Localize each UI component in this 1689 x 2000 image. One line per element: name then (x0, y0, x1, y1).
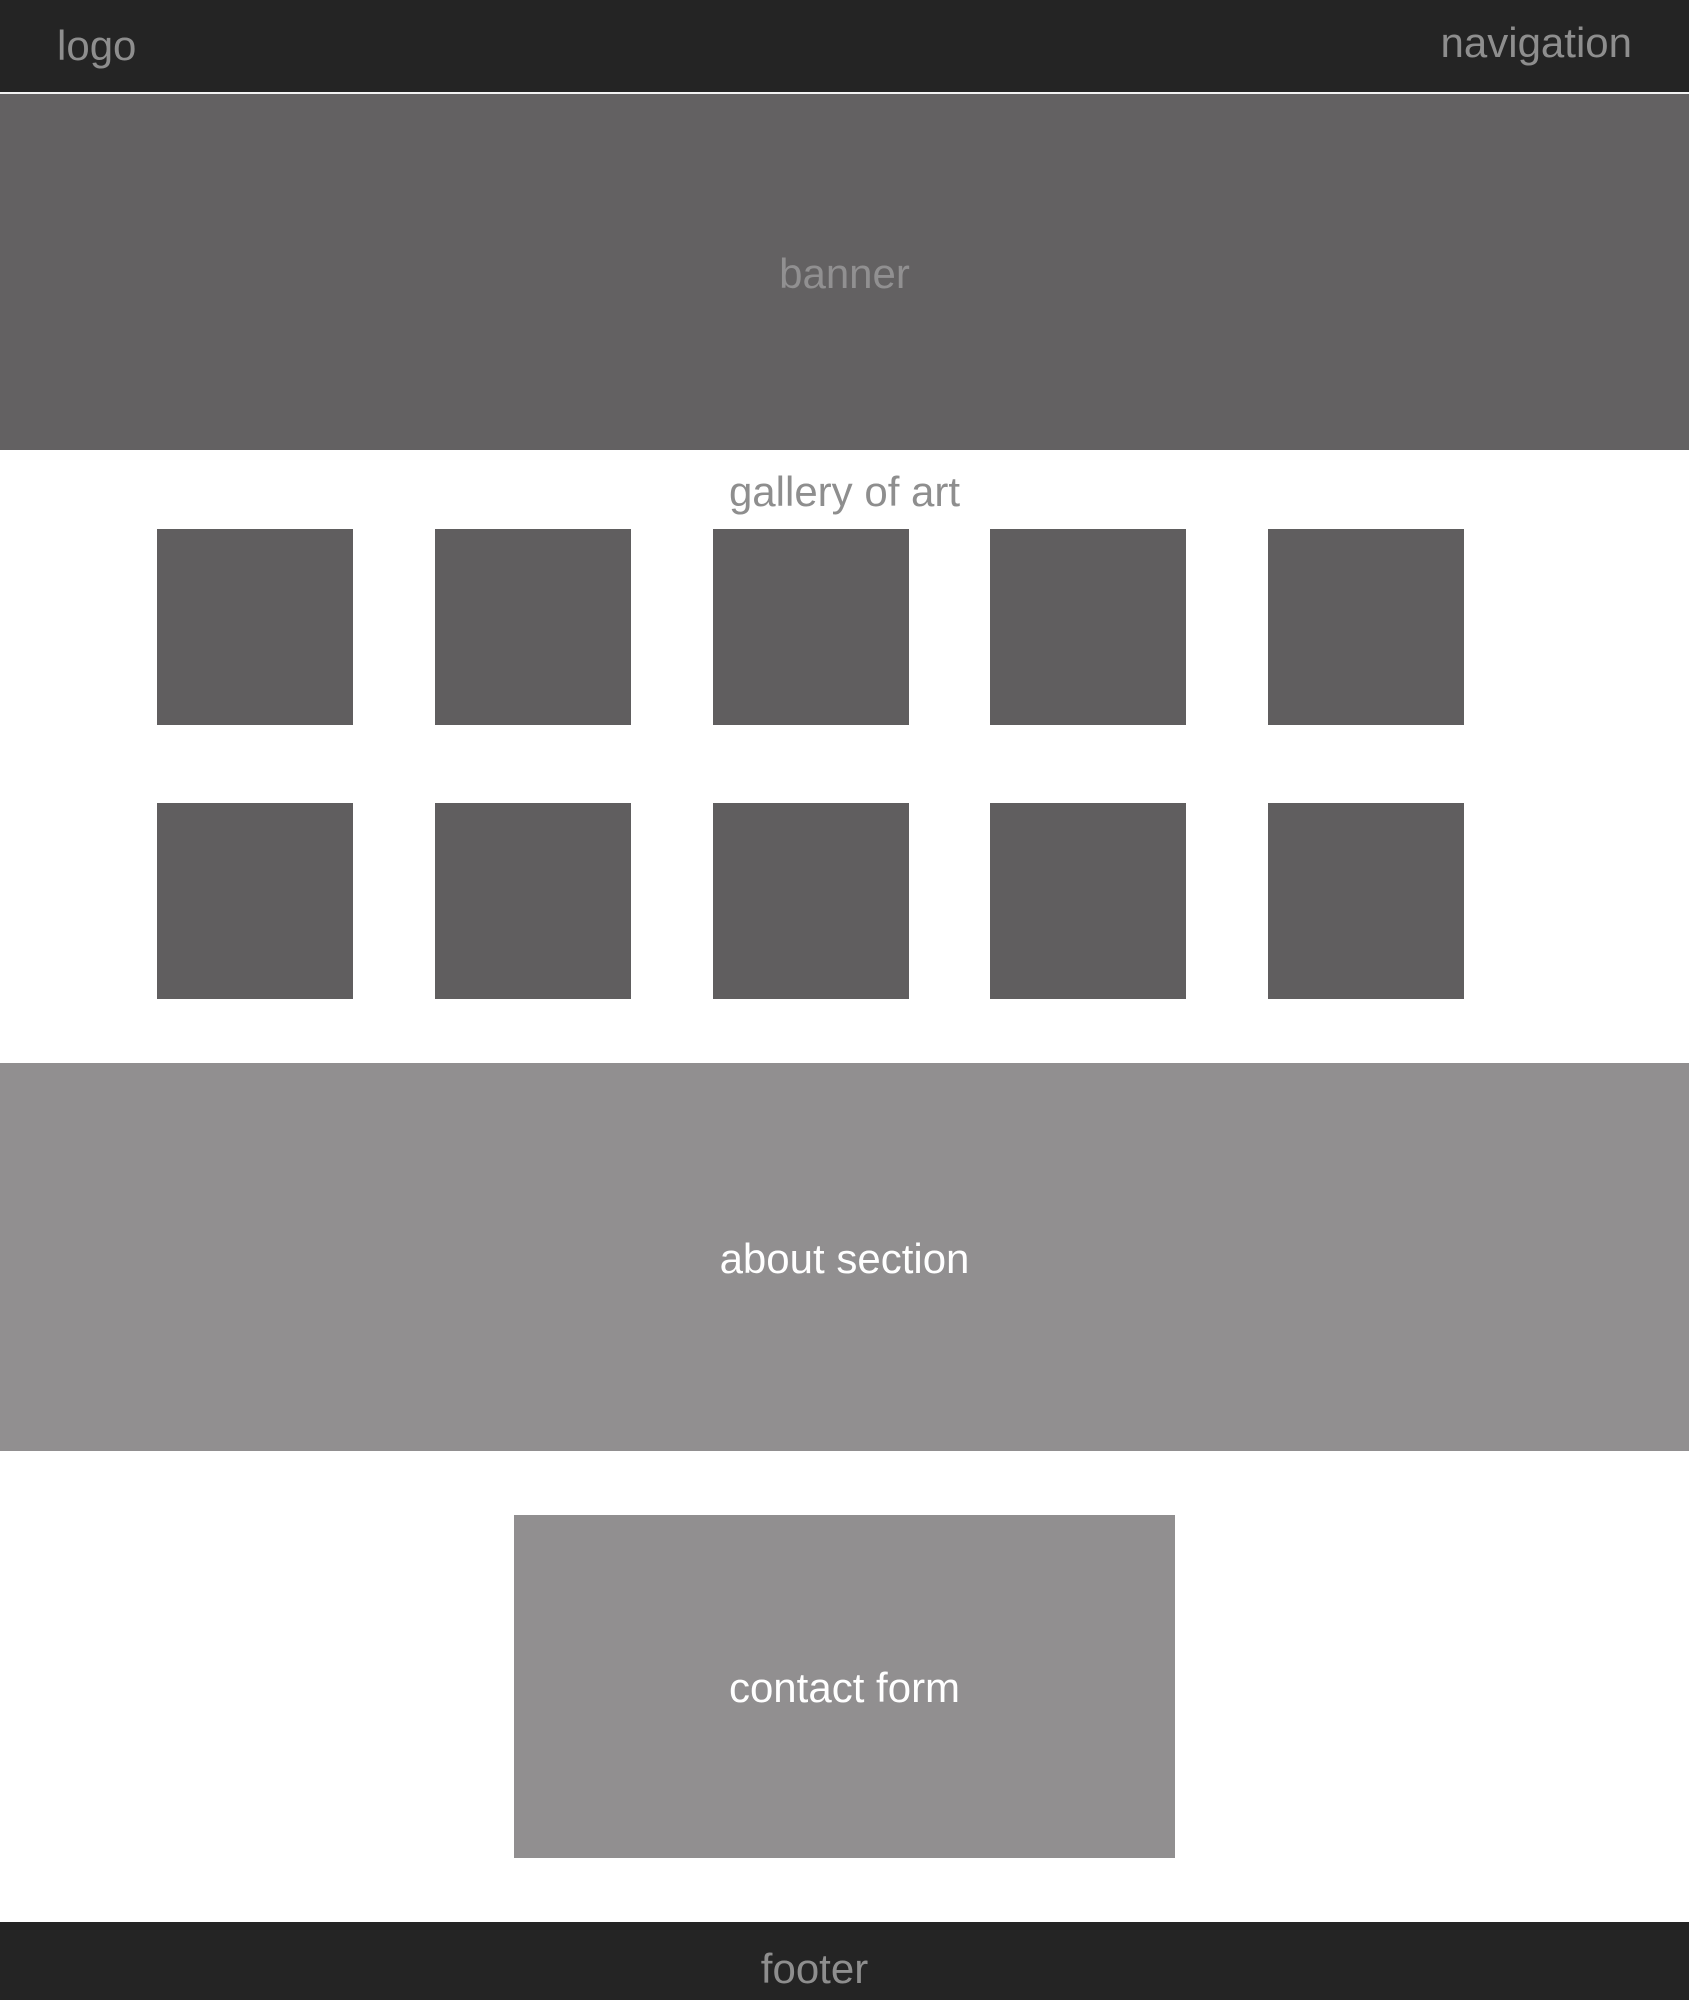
about-section: about section (0, 1063, 1689, 1451)
gallery-item-8[interactable] (712, 803, 909, 999)
gallery-item-1[interactable] (157, 529, 353, 725)
site-header: logo navigation (0, 0, 1689, 94)
gallery-item-5[interactable] (1268, 529, 1464, 725)
about-section-label: about section (719, 1235, 970, 1282)
contact-form-label: contact form (728, 1663, 961, 1711)
gallery-item-7[interactable] (434, 803, 631, 999)
footer-label: footer (760, 1945, 869, 1992)
gallery-item-2[interactable] (434, 529, 631, 725)
logo[interactable]: logo (57, 20, 136, 72)
banner: banner (0, 94, 1689, 450)
gallery-grid (157, 529, 1464, 999)
gallery-item-4[interactable] (990, 529, 1187, 725)
banner-label: banner (779, 250, 910, 297)
navigation[interactable]: navigation (1441, 17, 1632, 69)
gallery-item-6[interactable] (157, 803, 353, 999)
gallery-item-3[interactable] (712, 529, 909, 725)
gallery-item-9[interactable] (990, 803, 1187, 999)
wireframe-page: logo navigation banner gallery of art ab… (0, 0, 1689, 2000)
contact-form[interactable]: contact form (514, 1515, 1175, 1858)
site-footer: footer (0, 1922, 1689, 2000)
gallery-item-10[interactable] (1268, 803, 1464, 999)
gallery-title: gallery of art (728, 468, 961, 515)
